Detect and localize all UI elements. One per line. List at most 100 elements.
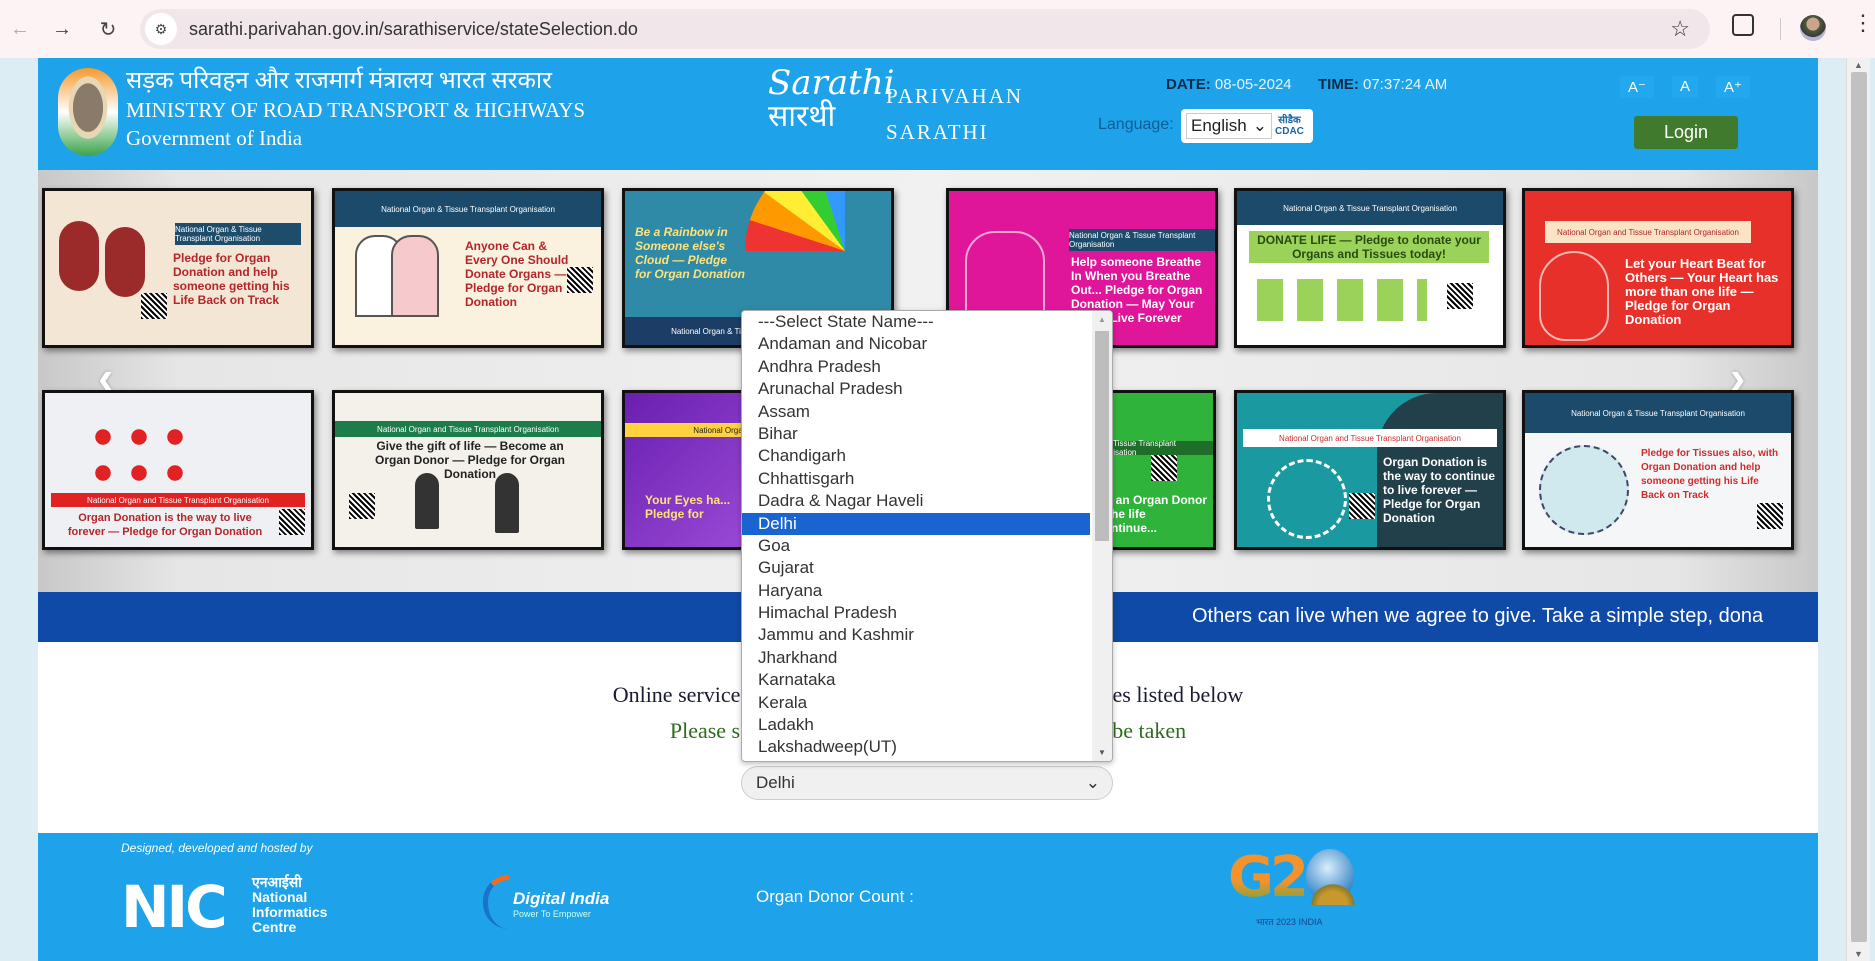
extensions-icon[interactable]: [1732, 14, 1754, 36]
scroll-down-icon[interactable]: ▼: [1098, 748, 1106, 757]
nic-hindi: एनआईसी: [252, 874, 302, 890]
font-normal-button[interactable]: A: [1671, 76, 1698, 98]
government-label: Government of India: [126, 126, 303, 150]
dropdown-option[interactable]: Jammu and Kashmir: [742, 624, 1090, 646]
dropdown-option[interactable]: Assam: [742, 401, 1090, 423]
national-emblem-icon: [58, 68, 118, 156]
nic-line-2: Informatics: [252, 904, 328, 920]
dropdown-option[interactable]: Bihar: [742, 423, 1090, 445]
card-header: National Organ & Tissue Transplant Organ…: [1237, 191, 1503, 225]
dropdown-option[interactable]: ---Select State Name---: [742, 311, 1090, 333]
dropdown-option[interactable]: Goa: [742, 535, 1090, 557]
state-select-value: Delhi: [756, 773, 795, 792]
info-line1-right: tates listed below: [1090, 682, 1244, 707]
language-value: English: [1191, 116, 1247, 135]
login-button[interactable]: Login: [1634, 116, 1738, 149]
dropdown-option[interactable]: Delhi: [742, 512, 1090, 535]
site-footer: Designed, developed and hosted by NIC एन…: [38, 833, 1818, 961]
card-header: National Organ and Tissue Transplant Org…: [1243, 429, 1497, 447]
carousel-card[interactable]: National Organ & Tissue Transplant Organ…: [332, 188, 604, 348]
dropdown-scrollbar[interactable]: ▲ ▼: [1092, 311, 1112, 761]
card-title: Organ Donation is the way to live foreve…: [67, 512, 263, 538]
scroll-down-icon[interactable]: ▼: [1854, 949, 1863, 959]
scroll-up-icon[interactable]: ▲: [1098, 315, 1106, 324]
dropdown-option[interactable]: Lakshadweep(UT): [742, 736, 1090, 758]
ministry-title: सड़क परिवहन और राजमार्ग मंत्रालय भारत सर…: [126, 66, 585, 152]
font-increase-button[interactable]: A⁺: [1715, 76, 1750, 98]
dropdown-option[interactable]: Arunachal Pradesh: [742, 378, 1090, 400]
carousel-card[interactable]: National Organ & Tissue Transplant Organ…: [42, 188, 314, 348]
card-title: Anyone Can & Every One Should Donate Org…: [465, 239, 569, 309]
dropdown-option[interactable]: Himachal Pradesh: [742, 602, 1090, 624]
brand-line-1: PARIVAHAN: [886, 84, 1024, 108]
g20-subtitle: भारत 2023 INDIA: [1256, 917, 1323, 927]
dropdown-option[interactable]: Andaman and Nicobar: [742, 333, 1090, 355]
time-label: TIME: [1317, 76, 1354, 93]
card-header: National Organ & Tissue Transplant Organ…: [1069, 229, 1215, 251]
organ-donor-count-label: Organ Donor Count :: [756, 887, 914, 906]
brand-text: PARIVAHAN SARATHI: [886, 78, 1023, 150]
sarathi-logo[interactable]: Sarathi सारथी: [768, 66, 895, 134]
chevron-down-icon: ⌄: [1085, 773, 1100, 792]
url-text[interactable]: sarathi.parivahan.gov.in/sarathiservice/…: [189, 19, 638, 40]
carousel-card[interactable]: National Organ and Tissue Transplant Org…: [332, 390, 604, 550]
chevron-down-icon: ⌄: [1252, 116, 1267, 135]
card-header: National Organ & Tissue Transplant Organ…: [335, 191, 601, 227]
card-title: Let your Heart Beat for Others — Your He…: [1625, 256, 1779, 327]
toolbar-divider: [1780, 18, 1781, 40]
dropdown-option[interactable]: Karnataka: [742, 669, 1090, 691]
carousel-card[interactable]: National Organ and Tissue Transplant Org…: [42, 390, 314, 550]
dropdown-option[interactable]: Chandigarh: [742, 445, 1090, 467]
page-scrollbar[interactable]: ▲ ▼: [1846, 58, 1870, 961]
bookmark-star-icon[interactable]: ☆: [1670, 16, 1690, 42]
nic-text: एनआईसी National Informatics Centre: [252, 875, 327, 935]
state-dropdown-list[interactable]: ---Select State Name--- Andaman and Nicob…: [741, 310, 1113, 762]
dropdown-option[interactable]: Dadra & Nagar Haveli: [742, 490, 1090, 512]
page-scroll-thumb[interactable]: [1851, 72, 1867, 942]
ministry-english: MINISTRY OF ROAD TRANSPORT & HIGHWAYS: [126, 98, 586, 122]
dropdown-option[interactable]: Chhattisgarh: [742, 468, 1090, 490]
sarathi-logo-hindi: सारथी: [768, 99, 836, 134]
reload-icon[interactable]: ↻: [92, 13, 124, 45]
language-label: Language:: [1098, 116, 1174, 133]
font-size-controls: A⁻ A A⁺: [1620, 76, 1750, 98]
dropdown-option[interactable]: Ladakh: [742, 714, 1090, 736]
chevron-right-icon[interactable]: ›: [1730, 350, 1745, 404]
card-header: National Organ & Tissue Transplant Organ…: [1525, 393, 1791, 433]
card-header: National Organ and Tissue Transplant Org…: [1545, 221, 1751, 243]
cdac-hindi: सीडैक: [1278, 115, 1301, 126]
profile-avatar[interactable]: [1800, 15, 1826, 41]
dropdown-option[interactable]: Andhra Pradesh: [742, 356, 1090, 378]
date-time-display: DATE: 08-05-2024 TIME: 07:37:24 AM: [1166, 76, 1448, 93]
language-select[interactable]: English ⌄: [1186, 113, 1272, 139]
forward-arrow-icon[interactable]: →: [46, 13, 78, 45]
card-title: Your Eyes ha... Pledge for: [645, 493, 731, 521]
language-box: English ⌄ सीडैक CDAC: [1181, 109, 1313, 143]
brand-line-2: SARATHI: [886, 120, 989, 144]
state-select[interactable]: Delhi ⌄: [741, 766, 1113, 800]
scroll-up-icon[interactable]: ▲: [1854, 60, 1863, 70]
back-arrow-icon[interactable]: ←: [4, 13, 36, 45]
font-decrease-button[interactable]: A⁻: [1620, 76, 1654, 98]
carousel-card[interactable]: National Organ and Tissue Transplant Org…: [1522, 188, 1794, 348]
dropdown-option[interactable]: Kerala: [742, 692, 1090, 714]
dropdown-scroll-thumb[interactable]: [1095, 331, 1109, 541]
dropdown-option[interactable]: Jharkhand: [742, 647, 1090, 669]
carousel-card[interactable]: National Organ and Tissue Transplant Org…: [1234, 390, 1506, 550]
dropdown-option[interactable]: Gujarat: [742, 557, 1090, 579]
more-menu-icon[interactable]: ⋮: [1852, 12, 1874, 34]
site-info-icon[interactable]: ⚙: [145, 13, 177, 45]
carousel-card[interactable]: National Organ & Tissue Transplant Organ…: [1234, 188, 1506, 348]
g20-logo: G20 भारत 2023 INDIA: [1228, 845, 1358, 927]
browser-toolbar: ← → ↻ ⚙ sarathi.parivahan.gov.in/sarathi…: [0, 0, 1875, 58]
cdac-logo: सीडैक CDAC: [1275, 115, 1304, 137]
card-title: Be a Rainbow in Someone else's Cloud — P…: [635, 225, 745, 281]
address-bar[interactable]: ⚙ sarathi.parivahan.gov.in/sarathiservic…: [140, 9, 1710, 49]
digital-india-tagline: Power To Empower: [513, 909, 591, 919]
carousel-card[interactable]: National Organ & Tissue Transplant Organ…: [1522, 390, 1794, 550]
nic-logo[interactable]: NIC: [121, 873, 228, 941]
digital-india-text: Digital India: [513, 889, 610, 908]
chevron-left-icon[interactable]: ‹: [98, 350, 113, 404]
nic-line-3: Centre: [252, 919, 297, 935]
dropdown-option[interactable]: Haryana: [742, 580, 1090, 602]
